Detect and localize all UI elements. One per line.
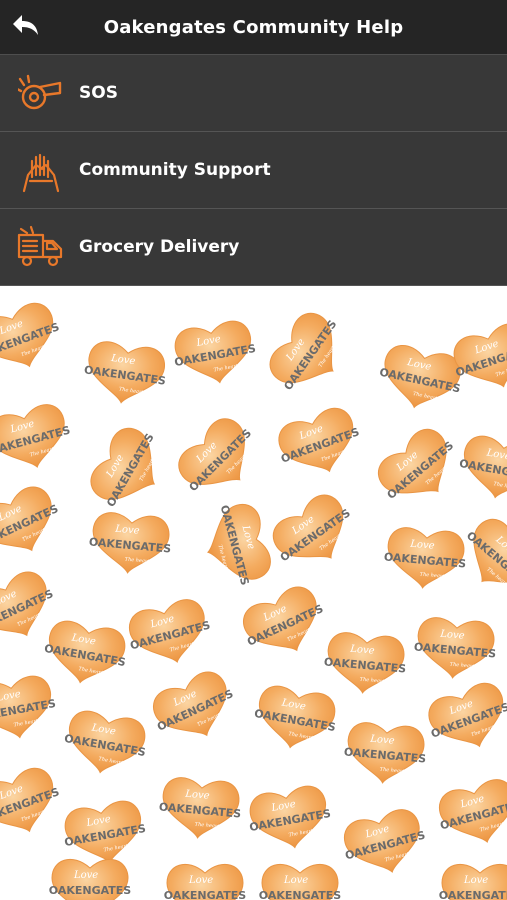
heart-logo: LoveOAKENGATESThe heart of Telford	[423, 677, 507, 760]
back-arrow-icon	[11, 13, 41, 41]
svg-text:OAKENGATES: OAKENGATES	[439, 889, 507, 900]
heart-logo: LoveOAKENGATESThe heart of Telford	[0, 297, 70, 380]
svg-text:Love: Love	[114, 524, 140, 537]
heart-logo: LoveOAKENGATESThe heart of Telford	[237, 580, 335, 667]
heart-logo: LoveOAKENGATESThe heart of Telford	[83, 421, 174, 518]
page-title: Oakengates Community Help	[103, 16, 404, 38]
sos-label: SOS	[79, 83, 118, 103]
heart-logo: LoveOAKENGATESThe heart of Telford	[434, 775, 507, 853]
heart-logo: LoveOAKENGATESThe heart of Telford	[457, 432, 507, 505]
heart-logo: LoveOAKENGATESThe heart of Telford	[170, 410, 268, 508]
svg-text:Love: Love	[439, 629, 465, 642]
heart-logo: LoveOAKENGATESThe heart of Telford	[62, 707, 149, 780]
heart-logo: LoveOAKENGATESThe heart of Telford	[0, 400, 80, 478]
svg-text:OAKENGATES: OAKENGATES	[259, 889, 342, 900]
heart-logo: LoveOAKENGATESThe heart of Telford	[124, 595, 220, 673]
back-button[interactable]	[8, 9, 44, 45]
helping-hands-icon	[16, 145, 66, 195]
svg-text:Love: Love	[409, 539, 435, 552]
heart-logo: LoveOAKENGATESThe heart of Telford	[197, 499, 275, 595]
heart-logo: LoveOAKENGATESThe heart of Telford	[49, 858, 132, 900]
svg-text:Love: Love	[283, 875, 308, 886]
heart-logo: LoveOAKENGATESThe heart of Telford	[413, 615, 500, 682]
menu-list: SOS Community Support Grocery Delivery	[0, 55, 507, 286]
menu-item-grocery-delivery[interactable]: Grocery Delivery	[0, 209, 507, 286]
heart-logo: LoveOAKENGATESThe heart of Telford	[147, 665, 245, 752]
heart-logo: LoveOAKENGATESThe heart of Telford	[262, 305, 356, 403]
delivery-truck-icon	[16, 222, 66, 272]
svg-text:OAKENGATES: OAKENGATES	[164, 889, 247, 900]
heart-logo: LoveOAKENGATESThe heart of Telford	[158, 775, 245, 842]
community-support-label: Community Support	[79, 160, 271, 180]
svg-text:Love: Love	[463, 875, 488, 886]
heart-logo: LoveOAKENGATESThe heart of Telford	[343, 720, 430, 787]
svg-text:OAKENGATES: OAKENGATES	[49, 884, 132, 897]
svg-text:Love: Love	[349, 644, 375, 657]
heart-logo: LoveOAKENGATESThe heart of Telford	[252, 682, 339, 755]
heart-logo: LoveOAKENGATESThe heart of Telford	[383, 525, 470, 592]
heart-logo: LoveOAKENGATESThe heart of Telford	[259, 863, 342, 900]
heart-logo: LoveOAKENGATESThe heart of Telford	[82, 338, 170, 409]
svg-text:Love: Love	[188, 875, 213, 886]
heart-logo: LoveOAKENGATESThe heart of Telford	[0, 672, 64, 745]
heart-logo: LoveOAKENGATESThe heart of Telford	[273, 402, 370, 485]
heart-logo: LoveOAKENGATESThe heart of Telford	[339, 805, 435, 883]
svg-text:Love: Love	[369, 734, 395, 747]
app-header: Oakengates Community Help	[0, 0, 507, 55]
heart-logo: LoveOAKENGATESThe heart of Telford	[439, 863, 507, 900]
svg-text:Love: Love	[73, 870, 98, 881]
heart-logo: LoveOAKENGATESThe heart of Telford	[323, 630, 410, 697]
heart-logo: LoveOAKENGATESThe heart of Telford	[265, 487, 364, 581]
whistle-icon	[16, 68, 66, 118]
svg-text:Love: Love	[184, 789, 210, 802]
heart-logo: LoveOAKENGATESThe heart of Telford	[42, 617, 129, 690]
heart-logo: LoveOAKENGATESThe heart of Telford	[0, 762, 70, 845]
heart-logo: LoveOAKENGATESThe heart of Telford	[0, 480, 70, 567]
heart-logo: LoveOAKENGATESThe heart of Telford	[88, 510, 175, 577]
heart-logo: LoveOAKENGATESThe heart of Telford	[61, 797, 154, 870]
menu-item-sos[interactable]: SOS	[0, 55, 507, 132]
grocery-delivery-label: Grocery Delivery	[79, 237, 240, 257]
menu-item-community-support[interactable]: Community Support	[0, 132, 507, 209]
heart-logo: LoveOAKENGATESThe heart of Telford	[246, 782, 339, 855]
heart-logo: LoveOAKENGATESThe heart of Telford	[164, 863, 247, 900]
heart-logo: LoveOAKENGATESThe heart of Telford	[171, 317, 264, 390]
